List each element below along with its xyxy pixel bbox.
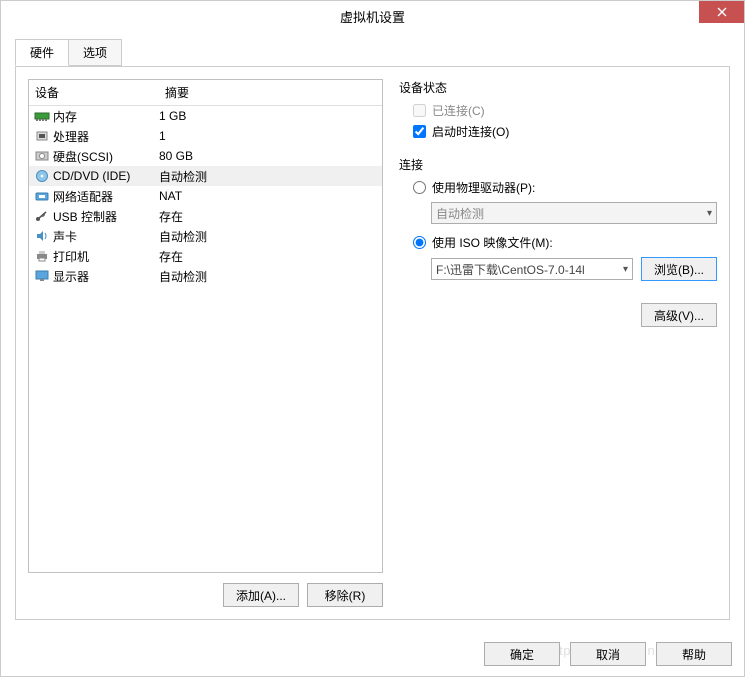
chevron-down-icon: ▾	[623, 264, 628, 275]
printer-icon	[33, 248, 51, 264]
connected-checkbox	[413, 104, 426, 117]
header-summary[interactable]: 摘要	[159, 80, 382, 105]
device-row[interactable]: 内存1 GB	[29, 106, 382, 126]
iso-file-radio[interactable]	[413, 236, 426, 249]
device-name: 显示器	[53, 268, 159, 285]
tab-content-hardware: 设备 摘要 内存1 GB处理器1硬盘(SCSI)80 GBCD/DVD (IDE…	[15, 66, 730, 620]
device-summary: NAT	[159, 189, 382, 203]
device-name: CD/DVD (IDE)	[53, 169, 159, 183]
device-row[interactable]: CD/DVD (IDE)自动检测	[29, 166, 382, 186]
chevron-down-icon: ▾	[707, 208, 712, 219]
header-device[interactable]: 设备	[29, 80, 159, 105]
tab-hardware[interactable]: 硬件	[15, 39, 69, 66]
network-icon	[33, 188, 51, 204]
titlebar: 虚拟机设置	[1, 1, 744, 31]
tab-options[interactable]: 选项	[68, 39, 122, 66]
device-list[interactable]: 设备 摘要 内存1 GB处理器1硬盘(SCSI)80 GBCD/DVD (IDE…	[28, 79, 383, 573]
physical-drive-label: 使用物理驱动器(P):	[432, 179, 535, 196]
connection-legend: 连接	[399, 156, 717, 173]
hdd-icon	[33, 148, 51, 164]
device-row[interactable]: 打印机存在	[29, 246, 382, 266]
device-name: 硬盘(SCSI)	[53, 148, 159, 165]
list-header: 设备 摘要	[29, 80, 382, 106]
close-icon	[717, 7, 727, 17]
device-name: 网络适配器	[53, 188, 159, 205]
device-summary: 自动检测	[159, 168, 382, 185]
help-button[interactable]: 帮助	[656, 642, 732, 666]
device-name: 打印机	[53, 248, 159, 265]
physical-drive-value: 自动检测	[436, 205, 484, 222]
sound-icon	[33, 228, 51, 244]
device-row[interactable]: 显示器自动检测	[29, 266, 382, 286]
tabs: 硬件 选项	[15, 39, 730, 67]
connect-at-poweron-checkbox[interactable]	[413, 125, 426, 138]
device-row[interactable]: 处理器1	[29, 126, 382, 146]
device-summary: 80 GB	[159, 149, 382, 163]
device-name: USB 控制器	[53, 208, 159, 225]
connection-group: 连接 使用物理驱动器(P): 自动检测 ▾	[399, 156, 717, 281]
iso-path-dropdown[interactable]: F:\迅雷下载\CentOS-7.0-14l ▾	[431, 258, 633, 280]
window-title: 虚拟机设置	[340, 7, 405, 26]
vm-settings-window: 虚拟机设置 硬件 选项 设备 摘要 内存1 GB处理器1硬盘(SCSI)80 G…	[0, 0, 745, 677]
browse-button[interactable]: 浏览(B)...	[641, 257, 717, 281]
device-summary: 1	[159, 129, 382, 143]
device-summary: 存在	[159, 208, 382, 225]
device-summary: 自动检测	[159, 268, 382, 285]
advanced-button[interactable]: 高级(V)...	[641, 303, 717, 327]
device-name: 内存	[53, 108, 159, 125]
iso-file-label: 使用 ISO 映像文件(M):	[432, 234, 553, 251]
connected-label: 已连接(C)	[432, 102, 485, 119]
device-summary: 自动检测	[159, 228, 382, 245]
physical-drive-dropdown: 自动检测 ▾	[431, 202, 717, 224]
device-summary: 1 GB	[159, 109, 382, 123]
memory-icon	[33, 108, 51, 124]
device-row[interactable]: USB 控制器存在	[29, 206, 382, 226]
cpu-icon	[33, 128, 51, 144]
close-button[interactable]	[699, 1, 744, 23]
device-name: 声卡	[53, 228, 159, 245]
connect-at-poweron-label: 启动时连接(O)	[432, 123, 509, 140]
physical-drive-radio[interactable]	[413, 181, 426, 194]
cancel-button[interactable]: 取消	[570, 642, 646, 666]
usb-icon	[33, 208, 51, 224]
device-summary: 存在	[159, 248, 382, 265]
ok-button[interactable]: 确定	[484, 642, 560, 666]
device-name: 处理器	[53, 128, 159, 145]
cd-icon	[33, 168, 51, 184]
device-row[interactable]: 网络适配器NAT	[29, 186, 382, 206]
iso-path-value: F:\迅雷下载\CentOS-7.0-14l	[436, 261, 585, 278]
device-row[interactable]: 声卡自动检测	[29, 226, 382, 246]
device-row[interactable]: 硬盘(SCSI)80 GB	[29, 146, 382, 166]
display-icon	[33, 268, 51, 284]
device-status-legend: 设备状态	[399, 79, 717, 96]
remove-button[interactable]: 移除(R)	[307, 583, 383, 607]
device-status-group: 设备状态 已连接(C) 启动时连接(O)	[399, 79, 717, 140]
add-button[interactable]: 添加(A)...	[223, 583, 299, 607]
